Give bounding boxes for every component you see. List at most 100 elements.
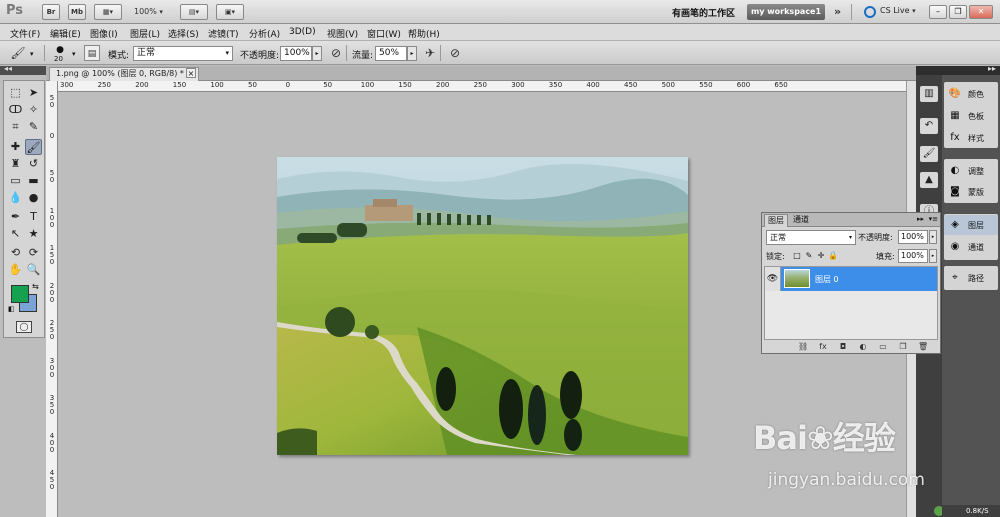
- vertical-ruler[interactable]: 5 0 0 5 0 1 0 0 1 5 0 2 0 0 2 5 0 3 0 0 3 5 0 4 0…: [46, 81, 58, 517]
- lock-position-icon[interactable]: ✛: [816, 251, 826, 261]
- histogram-panel-icon[interactable]: ▥: [920, 86, 938, 102]
- screen-mode-button[interactable]: ▣▾: [216, 4, 244, 20]
- new-layer-icon[interactable]: ❐: [898, 341, 908, 352]
- menu-help[interactable]: 帮助(H): [408, 27, 440, 40]
- panel-column-header[interactable]: [916, 66, 942, 75]
- swap-colors-icon[interactable]: ⇆: [32, 282, 39, 291]
- cs-live-menu[interactable]: CS Live ▾: [880, 6, 916, 15]
- type-tool-icon[interactable]: T: [25, 209, 42, 225]
- bridge-button[interactable]: Br: [42, 4, 60, 20]
- new-group-icon[interactable]: ▭: [878, 341, 888, 352]
- workspace-title[interactable]: 有画笔的工作区: [672, 6, 735, 19]
- restore-button[interactable]: ❐: [949, 5, 967, 19]
- lock-transparent-icon[interactable]: □: [792, 251, 802, 261]
- menu-3d[interactable]: 3D(D): [289, 27, 316, 37]
- gradient-tool-icon[interactable]: ▬: [25, 173, 42, 189]
- dock-item-adjustments[interactable]: ◐ 调整: [944, 161, 998, 181]
- lock-all-icon[interactable]: 🔒: [828, 251, 838, 261]
- opacity-input[interactable]: 100%: [280, 46, 312, 61]
- brush-panel-toggle-icon[interactable]: ▤: [84, 45, 100, 61]
- flow-slider-toggle[interactable]: ▸: [407, 46, 417, 61]
- layer-style-icon[interactable]: fx: [818, 341, 828, 352]
- default-colors-icon[interactable]: ◧: [8, 305, 15, 313]
- tablet-pressure-opacity-icon[interactable]: ⊘: [328, 45, 344, 61]
- menu-file[interactable]: 文件(F): [10, 27, 40, 40]
- dock-item-styles[interactable]: fx 样式: [944, 128, 998, 148]
- layer-fill-slider-toggle[interactable]: ▸: [929, 249, 937, 263]
- eyedropper-tool-icon[interactable]: ✎: [25, 119, 42, 135]
- document-tab[interactable]: 1.png @ 100% (图层 0, RGB/8) *: [49, 67, 199, 81]
- menu-select[interactable]: 选择(S): [168, 27, 199, 40]
- quick-selection-tool-icon[interactable]: ✧: [25, 102, 42, 118]
- layer-blend-mode-select[interactable]: 正常 ▾: [766, 230, 856, 245]
- layer-row[interactable]: 👁 图层 0: [765, 267, 937, 291]
- toolbox-header[interactable]: ◂◂: [0, 64, 46, 75]
- dodge-tool-icon[interactable]: ●: [25, 190, 42, 206]
- lasso-tool-icon[interactable]: ↀ: [7, 102, 24, 118]
- mini-bridge-button[interactable]: Mb: [68, 4, 86, 20]
- 3d-orbit-tool-icon[interactable]: ⟳: [25, 245, 42, 261]
- chevron-down-icon[interactable]: ▾: [72, 50, 76, 58]
- link-layers-icon[interactable]: ⛓: [798, 341, 808, 352]
- foreground-color-swatch[interactable]: [11, 285, 29, 303]
- menu-layer[interactable]: 图层(L): [130, 27, 160, 40]
- zoom-level-dropdown[interactable]: 100% ▾: [134, 7, 163, 16]
- zoom-tool-icon[interactable]: 🔍: [25, 262, 42, 278]
- dock-item-color[interactable]: 🎨 颜色: [944, 84, 998, 104]
- brush-tip-icon[interactable]: ●: [54, 45, 66, 55]
- clone-stamp-tool-icon[interactable]: ♜: [7, 156, 24, 172]
- history-brush-tool-icon[interactable]: ↺: [25, 156, 42, 172]
- tablet-pressure-size-icon[interactable]: ⊘: [447, 45, 463, 61]
- opacity-slider-toggle[interactable]: ▸: [312, 46, 322, 61]
- chevron-down-icon[interactable]: ▾: [30, 50, 34, 58]
- menu-view[interactable]: 视图(V): [327, 27, 358, 40]
- expand-icon[interactable]: ▸▸: [988, 64, 996, 73]
- panel-menu-icon[interactable]: ▾≡: [929, 215, 938, 223]
- eraser-tool-icon[interactable]: ▭: [7, 173, 24, 189]
- marquee-tool-icon[interactable]: ⬚: [7, 85, 24, 101]
- blend-mode-select[interactable]: 正常 ▾: [133, 46, 233, 61]
- menu-window[interactable]: 窗口(W): [367, 27, 401, 40]
- 3d-rotate-tool-icon[interactable]: ⟲: [7, 245, 24, 261]
- panel-dock-header[interactable]: ▸▸: [942, 64, 1000, 75]
- tab-channels[interactable]: 通道: [790, 214, 812, 227]
- tab-layers[interactable]: 图层: [764, 214, 788, 227]
- dock-item-layers[interactable]: ◈ 图层: [944, 215, 998, 235]
- arrange-documents-button[interactable]: ▤▾: [180, 4, 208, 20]
- collapse-icon[interactable]: ◂◂: [4, 64, 12, 73]
- menu-analysis[interactable]: 分析(A): [249, 27, 280, 40]
- path-selection-tool-icon[interactable]: ↖: [7, 226, 24, 242]
- layer-opacity-slider-toggle[interactable]: ▸: [929, 230, 937, 244]
- adjustment-layer-icon[interactable]: ◐: [858, 341, 868, 352]
- dock-item-channels[interactable]: ◉ 通道: [944, 237, 998, 257]
- dock-item-paths[interactable]: ⌖ 路径: [944, 268, 998, 288]
- workspace-button[interactable]: my workspace1: [747, 4, 825, 20]
- dock-item-swatches[interactable]: ▦ 色板: [944, 106, 998, 126]
- horizontal-ruler[interactable]: 300 250 200 150 100 50 0 50 100 150 200 250 300 350 40…: [58, 81, 906, 92]
- landscape-image[interactable]: [277, 157, 688, 455]
- delete-layer-icon[interactable]: 🗑: [918, 341, 928, 352]
- menu-image[interactable]: 图像(I): [90, 27, 118, 40]
- collapse-panel-icon[interactable]: ▸▸: [917, 215, 924, 223]
- hand-tool-icon[interactable]: ✋: [7, 262, 24, 278]
- flow-input[interactable]: 50%: [375, 46, 407, 61]
- brush-tool-icon[interactable]: 🖌: [25, 139, 42, 155]
- move-tool-icon[interactable]: ➤: [25, 85, 42, 101]
- crop-tool-icon[interactable]: ⌗: [7, 119, 24, 135]
- eye-icon[interactable]: 👁: [765, 267, 781, 291]
- shape-tool-icon[interactable]: ★: [25, 226, 42, 242]
- minimize-button[interactable]: –: [929, 5, 947, 19]
- menu-edit[interactable]: 编辑(E): [50, 27, 81, 40]
- add-mask-icon[interactable]: ◘: [838, 341, 848, 352]
- history-panel-icon[interactable]: ↶: [920, 118, 938, 134]
- lock-image-icon[interactable]: ✎: [804, 251, 814, 261]
- more-workspaces-icon[interactable]: »: [834, 5, 841, 18]
- pen-tool-icon[interactable]: ✒: [7, 209, 24, 225]
- close-document-icon[interactable]: ×: [186, 68, 196, 78]
- healing-brush-tool-icon[interactable]: ✚: [7, 139, 24, 155]
- blur-tool-icon[interactable]: 💧: [7, 190, 24, 206]
- layer-fill-input[interactable]: 100%: [898, 249, 928, 263]
- view-extras-button[interactable]: ▦▾: [94, 4, 122, 20]
- airbrush-icon[interactable]: ✈: [422, 45, 438, 61]
- layer-opacity-input[interactable]: 100%: [898, 230, 928, 244]
